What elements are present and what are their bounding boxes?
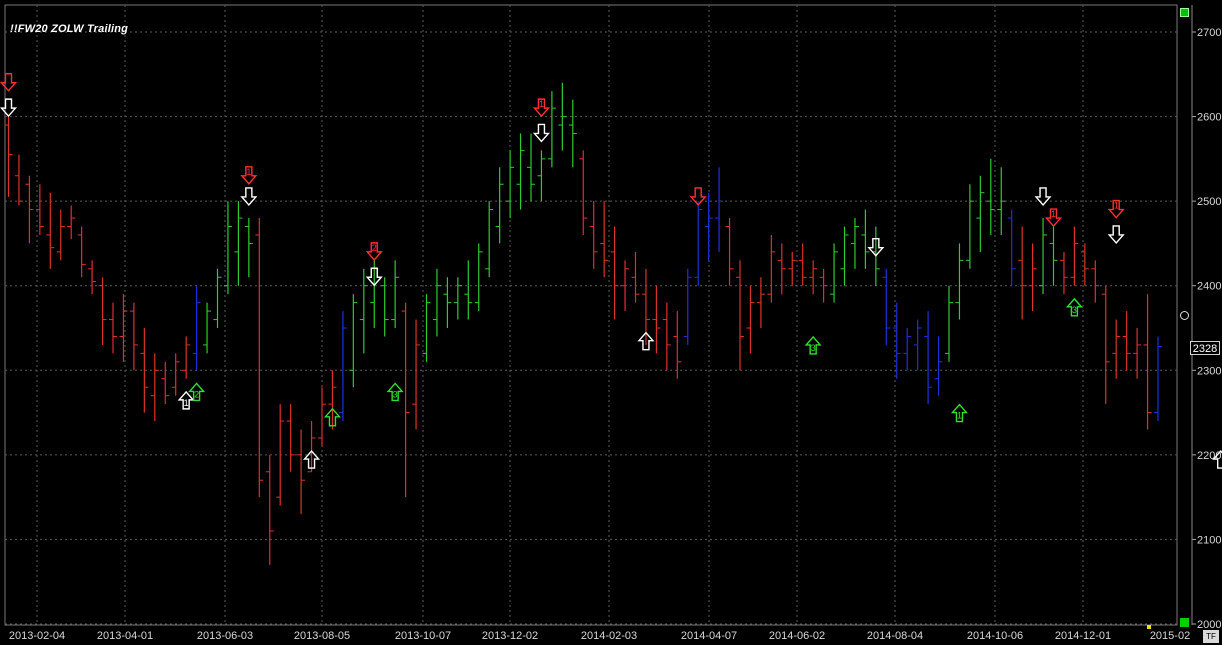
y-tick-label: 2100: [1197, 534, 1221, 546]
x-tick-label: 2013-06-03: [197, 630, 253, 642]
x-tick-label: 2013-02-04: [9, 630, 65, 642]
x-tick-label: 2013-12-02: [482, 630, 538, 642]
arrow-label: 2: [372, 243, 377, 253]
arrow-label: 3: [393, 389, 398, 399]
y-tick-label: 2400: [1197, 281, 1221, 293]
x-tick-label: 2014-12-01: [1055, 630, 1111, 642]
x-tick-label: 2014-06-02: [769, 630, 825, 642]
arrow-label: 3: [1072, 305, 1077, 315]
time-scroll-marker[interactable]: [1147, 625, 1151, 629]
x-tick-label: 2014-08-04: [867, 630, 923, 642]
arrow-label: 1: [184, 398, 189, 408]
scroll-bottom-handle[interactable]: [1180, 618, 1189, 627]
y-tick-label: 2500: [1197, 196, 1221, 208]
arrow-label: 1: [539, 99, 544, 109]
arrow-label: 2: [194, 389, 199, 399]
sell-arrow: [0, 73, 18, 92]
arrow-label: 1: [1114, 201, 1119, 211]
x-tick-label: 2014-02-03: [581, 630, 637, 642]
sell-arrow: [532, 123, 550, 143]
x-tick-label: 2013-04-01: [97, 630, 153, 642]
arrow-label: 1: [1051, 209, 1056, 219]
y-tick-label: 2600: [1197, 112, 1221, 124]
timeframe-button[interactable]: TF: [1203, 630, 1219, 643]
price-scale-handle[interactable]: [1180, 311, 1189, 320]
x-tick-label: 2014-04-07: [681, 630, 737, 642]
sell-arrow: [1034, 187, 1052, 206]
plot-frame: [4, 4, 1178, 626]
chart-window: 2000 2100 2200 2300 2400 2500 2600 2700 2013-02-…: [0, 0, 1222, 645]
arrow-label: 1: [246, 167, 251, 177]
chart-title: !!FW20 ZOLW Trailing: [10, 23, 129, 35]
scroll-top-handle[interactable]: [1180, 8, 1189, 17]
sell-arrow: [240, 187, 258, 206]
y-tick-label: 2700: [1197, 27, 1221, 39]
arrow-label: 3: [811, 343, 816, 353]
arrow-label: 1: [957, 411, 962, 421]
y-tick-label: 2300: [1197, 365, 1221, 377]
x-tick-label: 2013-08-05: [294, 630, 350, 642]
sell-arrow: [1107, 225, 1125, 245]
x-tick-label: 2015-02: [1150, 630, 1190, 642]
last-price-label: 2328: [1190, 341, 1220, 355]
x-tick-label: 2014-10-06: [967, 630, 1023, 642]
sell-arrow: [0, 98, 18, 118]
x-tick-label: 2013-10-07: [395, 630, 451, 642]
plot-area[interactable]: 200021002200230024002500260027002013-02-…: [0, 0, 1222, 645]
